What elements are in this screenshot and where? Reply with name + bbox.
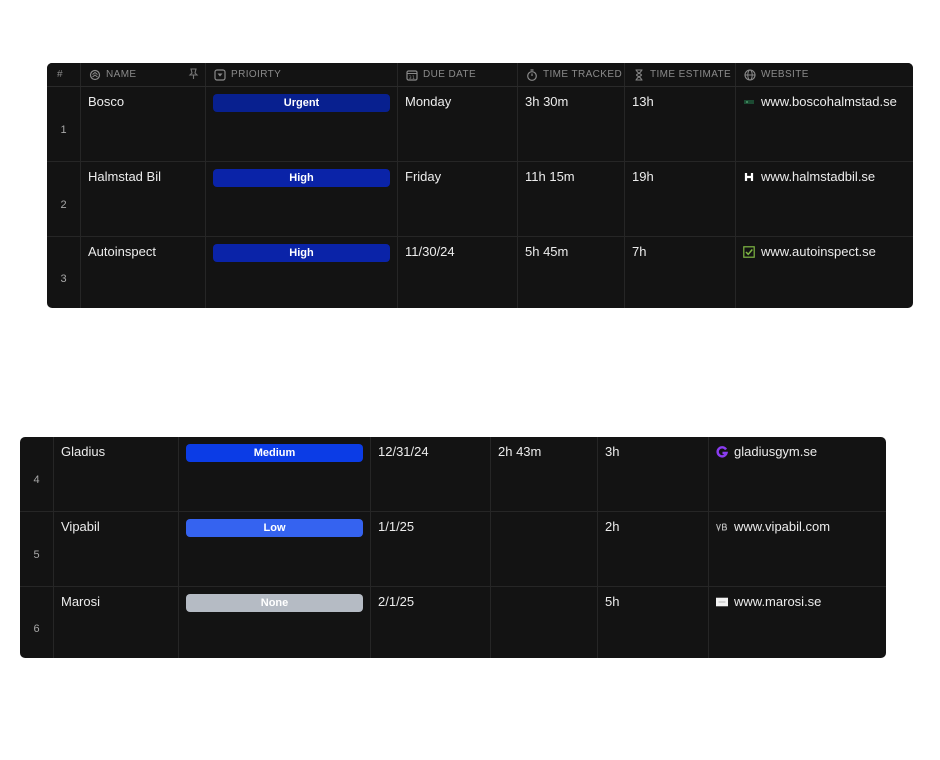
table-row[interactable]: 1 Bosco Urgent Monday 3h 30m 13h www.bos…: [47, 87, 913, 162]
hourglass-icon: [635, 68, 643, 81]
marosi-logo-icon: [716, 596, 728, 608]
time-tracked-cell[interactable]: 3h 30m: [518, 87, 625, 161]
time-estimate-cell[interactable]: 13h: [625, 87, 736, 161]
website-cell[interactable]: www.autoinspect.se: [736, 237, 913, 308]
website-link[interactable]: www.vipabil.com: [734, 519, 830, 534]
time-estimate-cell[interactable]: 19h: [625, 162, 736, 236]
row-number: 4: [20, 437, 54, 511]
header-name[interactable]: NAME: [81, 63, 206, 86]
table-row[interactable]: 6 Marosi None 2/1/25 5h www.marosi.se: [20, 587, 886, 658]
row-number: 5: [20, 512, 54, 586]
website-link[interactable]: www.boscohalmstad.se: [761, 94, 897, 109]
time-tracked-cell[interactable]: 5h 45m: [518, 237, 625, 308]
due-date-cell[interactable]: 2/1/25: [371, 587, 491, 658]
priority-cell[interactable]: High: [206, 237, 398, 308]
website-cell[interactable]: www.vipabil.com: [709, 512, 886, 586]
g-logo-icon: [716, 445, 728, 458]
website-cell[interactable]: www.marosi.se: [709, 587, 886, 658]
name-cell[interactable]: Bosco: [81, 87, 206, 161]
header-time-tracked[interactable]: TIME TRACKED: [518, 63, 625, 86]
header-number-label: #: [57, 69, 63, 80]
table-header: # NAME PRIOIRTY 31 DUE DATE TIME TRACKED…: [47, 63, 913, 87]
due-date-cell[interactable]: 1/1/25: [371, 512, 491, 586]
header-number[interactable]: #: [47, 63, 81, 86]
website-cell[interactable]: gladiusgym.se: [709, 437, 886, 511]
header-time-estimate[interactable]: TIME ESTIMATE: [625, 63, 736, 86]
priority-cell[interactable]: Urgent: [206, 87, 398, 161]
priority-cell[interactable]: High: [206, 162, 398, 236]
header-name-label: NAME: [106, 69, 137, 80]
website-cell[interactable]: www.halmstadbil.se: [736, 162, 913, 236]
due-date-cell[interactable]: Monday: [398, 87, 518, 161]
name-cell[interactable]: Halmstad Bil: [81, 162, 206, 236]
website-link[interactable]: gladiusgym.se: [734, 444, 817, 459]
website-link[interactable]: www.autoinspect.se: [761, 244, 876, 259]
priority-cell[interactable]: None: [179, 587, 371, 658]
header-priority[interactable]: PRIOIRTY: [206, 63, 398, 86]
name-cell[interactable]: Vipabil: [54, 512, 179, 586]
website-cell[interactable]: www.boscohalmstad.se: [736, 87, 913, 161]
row-number-label: 4: [33, 474, 40, 486]
h-logo-icon: [743, 171, 755, 183]
calendar-icon: 31: [406, 69, 418, 81]
due-date-cell[interactable]: 12/31/24: [371, 437, 491, 511]
row-number: 3: [47, 237, 81, 308]
row-number-label: 3: [60, 273, 67, 285]
time-tracked-cell[interactable]: 11h 15m: [518, 162, 625, 236]
time-estimate-cell[interactable]: 2h: [598, 512, 709, 586]
name-cell[interactable]: Marosi: [54, 587, 179, 658]
table-row[interactable]: 2 Halmstad Bil High Friday 11h 15m 19h w…: [47, 162, 913, 237]
time-estimate-cell[interactable]: 3h: [598, 437, 709, 511]
header-time-estimate-label: TIME ESTIMATE: [650, 69, 732, 80]
due-date-cell[interactable]: Friday: [398, 162, 518, 236]
svg-text:31: 31: [409, 75, 416, 81]
row-number-label: 6: [33, 622, 40, 635]
name-field-icon: [89, 69, 101, 80]
globe-icon: [744, 68, 756, 81]
pin-icon[interactable]: [188, 68, 199, 80]
table-row[interactable]: 5 Vipabil Low 1/1/25 2h www.vipabil.com: [20, 512, 886, 587]
priority-badge[interactable]: High: [213, 169, 390, 187]
header-priority-label: PRIOIRTY: [231, 69, 282, 80]
priority-badge[interactable]: Urgent: [213, 94, 390, 112]
row-number: 1: [47, 87, 81, 161]
priority-badge[interactable]: None: [186, 594, 363, 612]
row-number-label: 2: [60, 199, 67, 211]
tasks-table-bottom: 4 Gladius Medium 12/31/24 2h 43m 3h glad…: [20, 437, 886, 658]
name-cell[interactable]: Autoinspect: [81, 237, 206, 308]
priority-badge[interactable]: Medium: [186, 444, 363, 462]
due-date-cell[interactable]: 11/30/24: [398, 237, 518, 308]
priority-cell[interactable]: Low: [179, 512, 371, 586]
header-website[interactable]: WEBSITE: [736, 63, 913, 86]
website-link[interactable]: www.marosi.se: [734, 594, 821, 609]
dropdown-field-icon: [214, 68, 226, 81]
time-estimate-cell[interactable]: 7h: [625, 237, 736, 308]
checkbox-logo-icon: [743, 245, 755, 258]
row-number-label: 1: [60, 124, 67, 136]
stopwatch-icon: [527, 68, 537, 81]
tasks-table-top: # NAME PRIOIRTY 31 DUE DATE TIME TRACKED…: [47, 63, 913, 308]
header-due-date-label: DUE DATE: [423, 69, 477, 80]
vb-logo-icon: [716, 521, 728, 533]
header-time-tracked-label: TIME TRACKED: [543, 69, 623, 80]
bosco-logo-icon: [743, 96, 755, 108]
time-tracked-cell[interactable]: [491, 587, 598, 658]
name-cell[interactable]: Gladius: [54, 437, 179, 511]
time-estimate-cell[interactable]: 5h: [598, 587, 709, 658]
header-due-date[interactable]: 31 DUE DATE: [398, 63, 518, 86]
priority-cell[interactable]: Medium: [179, 437, 371, 511]
row-number: 6: [20, 587, 54, 658]
time-tracked-cell[interactable]: 2h 43m: [491, 437, 598, 511]
table-row[interactable]: 3 Autoinspect High 11/30/24 5h 45m 7h ww…: [47, 237, 913, 308]
priority-badge[interactable]: Low: [186, 519, 363, 537]
row-number: 2: [47, 162, 81, 236]
table-row[interactable]: 4 Gladius Medium 12/31/24 2h 43m 3h glad…: [20, 437, 886, 512]
header-website-label: WEBSITE: [761, 69, 809, 80]
time-tracked-cell[interactable]: [491, 512, 598, 586]
priority-badge[interactable]: High: [213, 244, 390, 262]
row-number-label: 5: [33, 549, 40, 561]
website-link[interactable]: www.halmstadbil.se: [761, 169, 875, 184]
